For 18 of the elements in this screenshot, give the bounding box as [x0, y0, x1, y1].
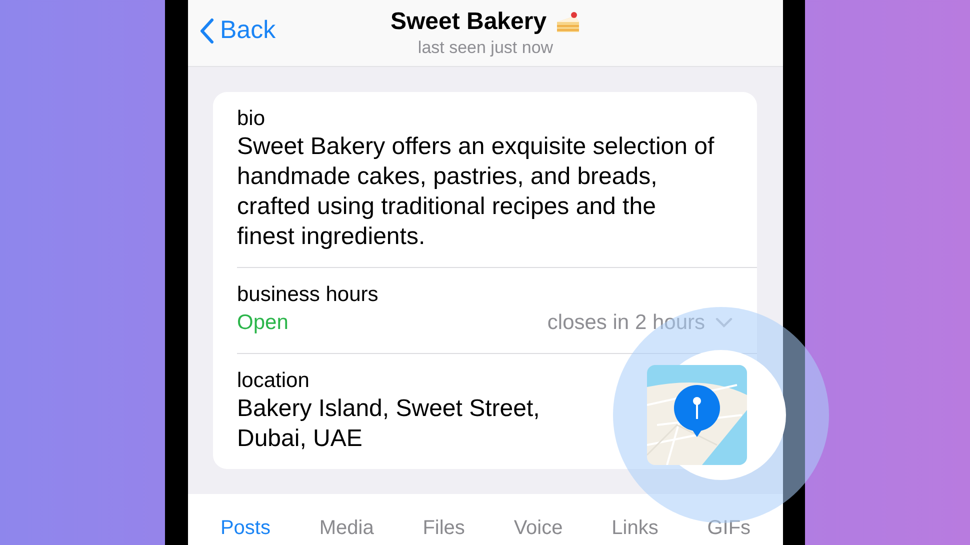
hours-toggle[interactable]: closes in 2 hours: [547, 311, 733, 335]
cake-icon: [554, 10, 581, 34]
chevron-left-icon: [200, 18, 214, 44]
back-button[interactable]: Back: [200, 16, 276, 45]
bio-text: Sweet Bakery offers an exquisite selection of handmade cakes, pastries, and breads, crafted using traditional recipes and the finest ingredients.: [237, 132, 716, 252]
tab[interactable]: Voice: [514, 513, 563, 543]
tab[interactable]: Links: [612, 513, 658, 543]
tab[interactable]: Media: [319, 513, 374, 543]
address-text: Bakery Island, Sweet Street, Dubai, UAE: [237, 394, 541, 454]
chat-title: Sweet Bakery: [390, 8, 547, 36]
field-label: location: [237, 368, 310, 394]
tab[interactable]: Posts: [220, 513, 270, 543]
last-seen-status: last seen just now: [418, 38, 554, 58]
open-status: Open: [237, 310, 288, 336]
tab[interactable]: GIFs: [707, 513, 751, 543]
tab[interactable]: Files: [422, 513, 465, 543]
field-label: business hours: [237, 282, 380, 308]
field-label: bio: [237, 106, 266, 132]
